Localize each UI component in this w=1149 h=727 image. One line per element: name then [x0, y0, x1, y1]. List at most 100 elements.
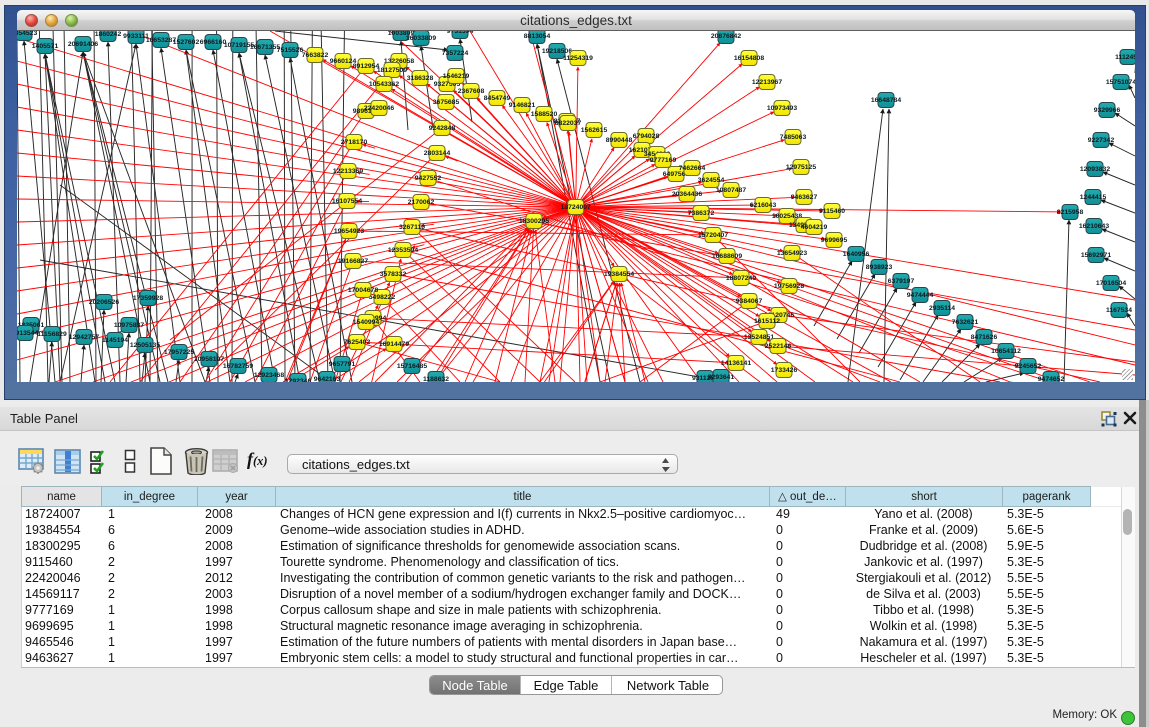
svg-text:20691406: 20691406	[68, 41, 98, 48]
svg-text:1562615: 1562615	[581, 127, 608, 134]
svg-text:19756928: 19756928	[774, 283, 804, 290]
svg-text:16671355: 16671355	[250, 44, 280, 51]
svg-text:14136141: 14136141	[721, 360, 751, 367]
svg-text:7625402: 7625402	[344, 339, 371, 346]
svg-text:9642163: 9642163	[314, 376, 341, 382]
svg-text:2367608: 2367608	[458, 88, 485, 95]
svg-text:1112453: 1112453	[1115, 54, 1135, 61]
svg-text:17004678: 17004678	[348, 287, 378, 294]
svg-text:20206526: 20206526	[89, 299, 119, 306]
svg-text:10958107: 10958107	[194, 356, 224, 363]
svg-text:12353594: 12353594	[388, 247, 418, 254]
svg-text:12975125: 12975125	[786, 164, 816, 171]
svg-text:16107554: 16107554	[332, 198, 362, 205]
svg-text:20876842: 20876842	[711, 33, 741, 40]
svg-text:6379197: 6379197	[888, 278, 915, 285]
svg-text:15692971: 15692971	[1081, 252, 1111, 259]
svg-text:1733426: 1733426	[771, 367, 798, 374]
svg-text:8471626: 8471626	[971, 334, 998, 341]
svg-text:1145194: 1145194	[102, 337, 128, 344]
svg-text:2522146: 2522146	[765, 343, 792, 350]
svg-text:12923468: 12923468	[254, 372, 284, 379]
svg-text:17957225: 17957225	[164, 349, 194, 356]
svg-text:9463627: 9463627	[791, 194, 818, 201]
svg-text:20364436: 20364436	[672, 191, 702, 198]
svg-text:10543362: 10543362	[369, 81, 399, 88]
svg-text:16648784: 16648784	[871, 97, 901, 104]
svg-text:7485063: 7485063	[780, 134, 807, 141]
svg-text:1588520: 1588520	[531, 111, 558, 118]
svg-text:1405571: 1405571	[32, 43, 59, 50]
svg-text:9474444: 9474444	[907, 292, 934, 299]
svg-text:6794028: 6794028	[633, 133, 660, 140]
svg-text:9115460: 9115460	[819, 208, 845, 215]
svg-text:11156829: 11156829	[37, 331, 67, 338]
svg-text:10688609: 10688609	[712, 253, 742, 260]
svg-text:8215958: 8215958	[1057, 209, 1084, 216]
svg-text:2170062: 2170062	[408, 199, 435, 206]
svg-text:7386372: 7386372	[688, 210, 715, 217]
svg-text:5498222: 5498222	[369, 294, 396, 301]
svg-text:2718170: 2718170	[341, 139, 368, 146]
svg-text:8454749: 8454749	[484, 95, 511, 102]
svg-text:1188632: 1188632	[423, 376, 449, 382]
svg-text:6966160: 6966160	[200, 39, 227, 46]
svg-text:9146821: 9146821	[509, 102, 536, 109]
svg-text:15716485: 15716485	[397, 363, 427, 370]
svg-text:1527602: 1527602	[173, 39, 200, 46]
svg-text:11254319: 11254319	[563, 55, 593, 62]
svg-text:19384554: 19384554	[604, 271, 634, 278]
svg-text:16782759: 16782759	[223, 363, 253, 370]
svg-text:10653287: 10653287	[146, 37, 176, 44]
svg-text:18300295: 18300295	[519, 218, 549, 225]
svg-text:3267110: 3267110	[399, 224, 425, 231]
svg-text:13524851: 13524851	[744, 334, 774, 341]
svg-text:6216043: 6216043	[750, 202, 777, 209]
svg-text:1640956: 1640956	[843, 251, 870, 258]
svg-text:13654923: 13654923	[777, 250, 807, 257]
svg-text:9731594: 9731594	[447, 31, 474, 35]
svg-text:16914479: 16914479	[379, 341, 409, 348]
svg-text:8990448: 8990448	[606, 137, 633, 144]
svg-text:1546219: 1546219	[443, 73, 470, 80]
svg-text:9427552: 9427552	[415, 175, 442, 182]
svg-text:15720407: 15720407	[698, 232, 728, 239]
svg-text:3675685: 3675685	[433, 99, 460, 106]
svg-text:8293641: 8293641	[708, 374, 735, 381]
svg-text:1615112: 1615112	[754, 318, 780, 325]
svg-text:9657791: 9657791	[329, 361, 356, 368]
svg-text:1167534: 1167534	[1106, 307, 1132, 314]
svg-text:1860242: 1860242	[95, 31, 122, 38]
svg-text:17359928: 17359928	[133, 295, 163, 302]
svg-text:8813054: 8813054	[524, 33, 551, 40]
svg-text:1244415: 1244415	[1080, 194, 1107, 201]
svg-text:8912954: 8912954	[353, 63, 380, 70]
svg-text:7357224: 7357224	[442, 50, 469, 57]
svg-text:18807249: 18807249	[726, 275, 756, 282]
svg-text:3186328: 3186328	[407, 75, 434, 82]
svg-text:12505135: 12505135	[130, 342, 160, 349]
svg-text:12213369: 12213369	[333, 168, 363, 175]
svg-text:1292346: 1292346	[285, 378, 312, 382]
svg-text:2935114: 2935114	[929, 305, 955, 312]
svg-text:3578332: 3578332	[380, 271, 407, 278]
svg-text:9384067: 9384067	[736, 298, 763, 305]
svg-text:15751074: 15751074	[1106, 79, 1135, 86]
svg-text:4604219: 4604219	[801, 224, 828, 231]
svg-text:9474652: 9474652	[1038, 376, 1065, 382]
svg-text:7462664: 7462664	[679, 165, 706, 172]
svg-text:12213967: 12213967	[752, 79, 782, 86]
svg-text:10654112: 10654112	[991, 348, 1021, 355]
svg-text:10807487: 10807487	[716, 187, 746, 194]
svg-text:7632621: 7632621	[952, 319, 979, 326]
svg-text:3624554: 3624554	[698, 177, 725, 184]
svg-text:8938923: 8938923	[866, 264, 893, 271]
svg-text:9242848: 9242848	[429, 125, 456, 132]
svg-text:1540994: 1540994	[353, 319, 380, 326]
svg-text:12942757: 12942757	[69, 334, 99, 341]
svg-text:9227342: 9227342	[1088, 137, 1115, 144]
svg-text:12093832: 12093832	[1080, 166, 1110, 173]
svg-text:9329966: 9329966	[1094, 107, 1121, 114]
svg-text:19654923: 19654923	[334, 228, 364, 235]
svg-text:18724007: 18724007	[561, 204, 591, 211]
